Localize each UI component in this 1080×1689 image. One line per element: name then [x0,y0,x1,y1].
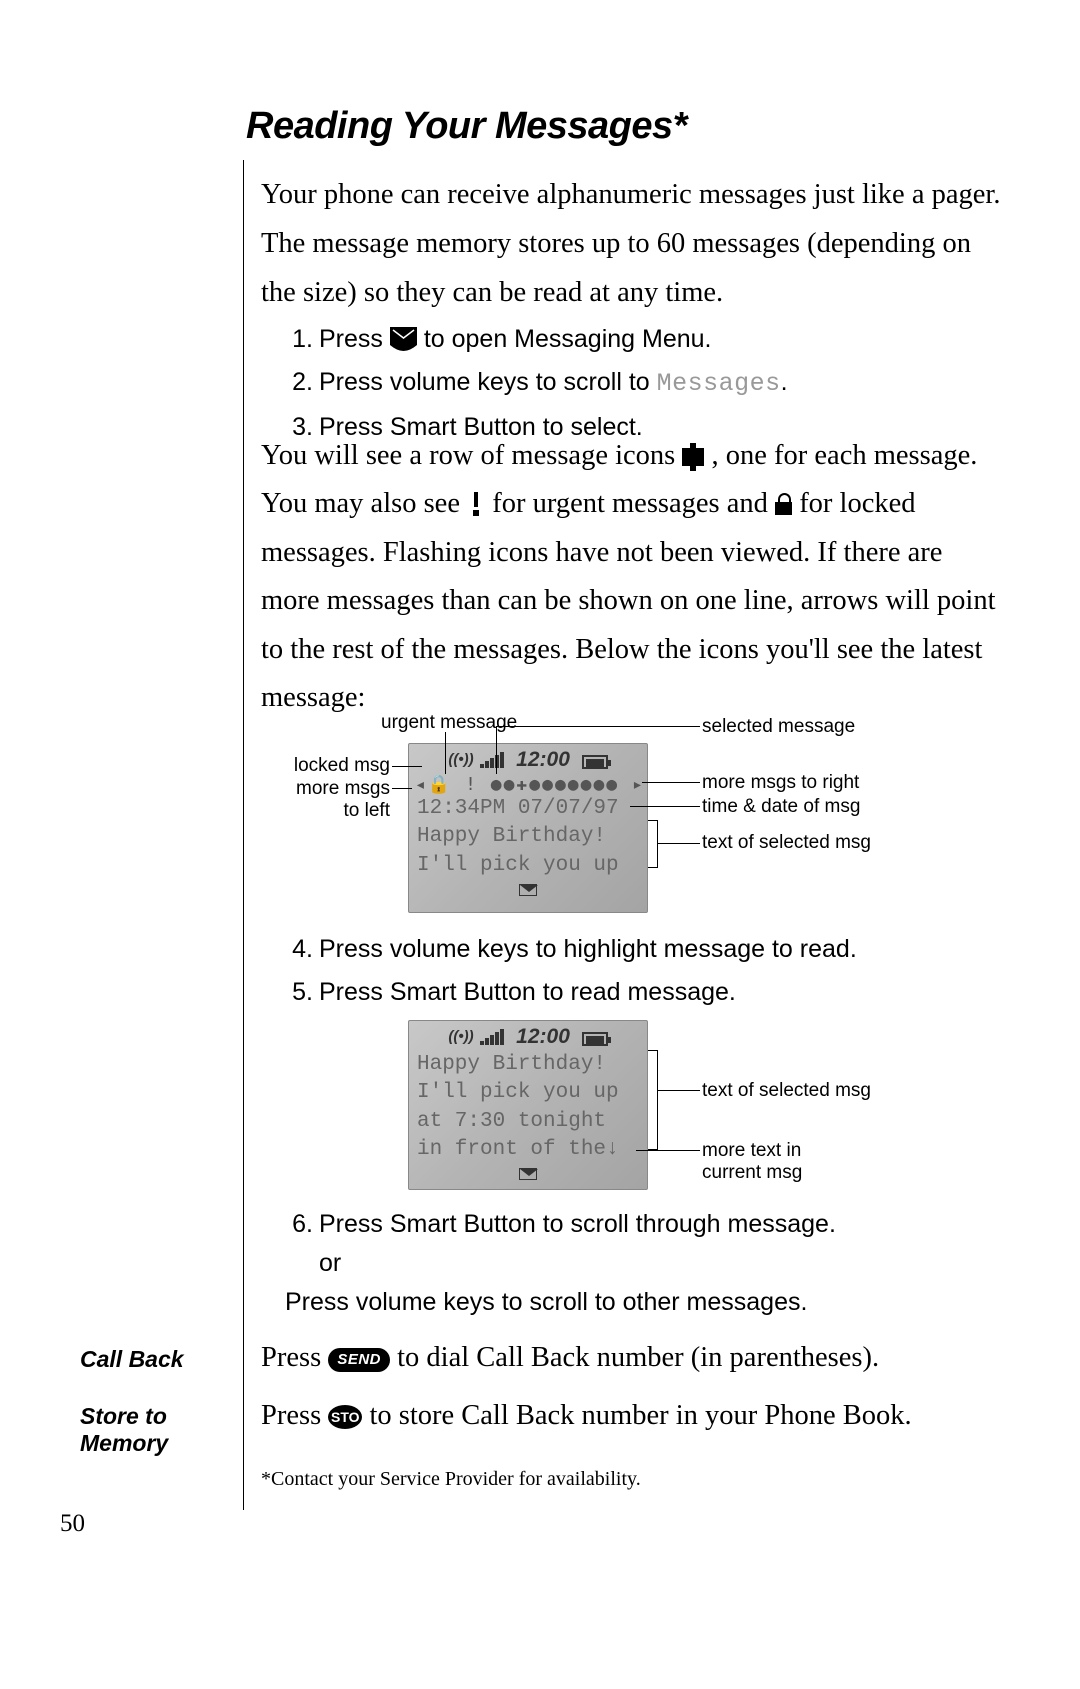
step-1: 1. Press to open Messaging Menu. [285,320,985,359]
step-4-text: Press volume keys to highlight message t… [319,930,1005,969]
step-5: 5. Press Smart Button to read message. [285,973,1005,1012]
section-title: Reading Your Messages* [246,105,687,148]
envelope-small-icon [519,884,537,896]
step-2-text-a: Press volume keys to scroll to [319,368,657,396]
screen2-line4: in front of the↓ [409,1136,647,1164]
phone-screen-2: ((•)) 12:00 Happy Birthday! I'll pick yo… [408,1020,648,1190]
steps-list-b: 4. Press volume keys to highlight messag… [285,930,1005,1016]
step-number: 5. [285,973,313,1012]
antenna-icon: ((•)) [448,751,473,768]
screen1-line2: Happy Birthday! [409,823,647,851]
vertical-rule [243,160,244,1510]
screen2-clock: 12:00 [516,1025,570,1048]
step-6-or: or [319,1249,341,1277]
para2-a: You will see a row of message icons [261,440,682,471]
callout-text2: text of selected msg [702,1080,871,1102]
step-4: 4. Press volume keys to highlight messag… [285,930,1005,969]
callout-text1: text of selected msg [702,832,871,854]
callout-line [496,726,700,727]
steps-list-c: 6. Press Smart Button to scroll through … [285,1205,1005,1325]
callout-line [658,1090,700,1091]
step-number: 2. [285,363,313,402]
para2-c: for urgent messages and [492,488,775,519]
screen2-line3: at 7:30 tonight [409,1108,647,1136]
manual-page: Reading Your Messages* Your phone can re… [0,0,1080,1689]
callout-line [496,726,497,774]
callout-line [445,732,446,774]
phone-screen-1: ((•)) 12:00 ◂🔒 ! ●●✚●●●●●●● ▸ 12:34PM 07… [408,743,648,913]
send-button-icon: SEND [328,1348,390,1372]
step-2-text-b: . [781,368,788,396]
menu-word-messages: Messages [657,369,781,398]
screen1-clock: 12:00 [516,748,570,771]
battery-icon [582,1032,608,1046]
intro-paragraph: Your phone can receive alphanumeric mess… [261,170,1001,317]
screen1-line3: I'll pick you up [409,852,647,880]
urgent-exclaim-icon [467,492,485,516]
page-number: 50 [60,1510,85,1538]
callout-more-right: more msgs to right [702,772,859,794]
callout-more-text: more text in current msg [702,1140,842,1184]
screen1-msg-row: ◂🔒 ! ●●✚●●●●●●● ▸ [409,774,647,795]
screen1-line1: 12:34PM 07/07/97 [409,795,647,823]
icons-paragraph: You will see a row of message icons , on… [261,432,1007,723]
step-6: 6. Press Smart Button to scroll through … [285,1205,1005,1321]
step-number: 4. [285,930,313,969]
store-line: Press STO to store Call Back number in y… [261,1400,1001,1432]
margin-label-store: Store to Memory [80,1403,210,1457]
step-6-text-b: Press volume keys to scroll to other mes… [285,1283,807,1322]
callout-line [392,766,422,767]
callback-b: to dial Call Back number (in parentheses… [397,1342,879,1373]
callout-bracket [648,1050,658,1150]
callout-bracket [648,820,658,868]
envelope-small-icon [519,1168,537,1180]
step-number: 6. [285,1205,313,1244]
callout-line [392,788,412,789]
screen2-footer [409,1164,647,1184]
message-plus-icon [682,448,704,466]
callout-selected: selected message [702,716,855,738]
callout-timedate: time & date of msg [702,796,860,818]
callout-line [658,843,700,844]
footnote: *Contact your Service Provider for avail… [261,1468,641,1491]
margin-label-callback: Call Back [80,1346,184,1373]
callout-locked: locked msg [285,755,390,777]
step-6-text-a: Press Smart Button to scroll through mes… [319,1210,836,1238]
battery-icon [582,755,608,769]
screen2-line2: I'll pick you up [409,1079,647,1107]
callout-line [636,1150,700,1151]
envelope-icon [390,327,417,351]
screen2-status-bar: ((•)) 12:00 [409,1021,647,1051]
sto-button-icon: STO [328,1405,362,1429]
callout-line [642,782,700,783]
para2-d: for locked messages. Flashing icons have… [261,488,996,713]
callback-line: Press SEND to dial Call Back number (in … [261,1342,1001,1374]
callout-line [630,806,700,807]
step-5-text: Press Smart Button to read message. [319,973,1005,1012]
steps-list-a: 1. Press to open Messaging Menu. 2. Pres… [285,320,985,450]
step-1-text-b: to open Messaging Menu. [424,325,712,353]
step-2: 2. Press volume keys to scroll to Messag… [285,363,985,404]
callout-more-left: more msgs to left [285,778,390,822]
step-number: 1. [285,320,313,359]
callback-a: Press [261,1342,328,1373]
store-b: to store Call Back number in your Phone … [369,1400,911,1431]
signal-bars-icon [480,750,505,774]
locked-lock-icon [775,493,792,515]
antenna-icon: ((•)) [448,1028,473,1045]
store-a: Press [261,1400,328,1431]
screen2-line1: Happy Birthday! [409,1051,647,1079]
step-1-text-a: Press [319,325,390,353]
signal-bars-icon [480,1027,505,1051]
screen1-footer [409,880,647,900]
